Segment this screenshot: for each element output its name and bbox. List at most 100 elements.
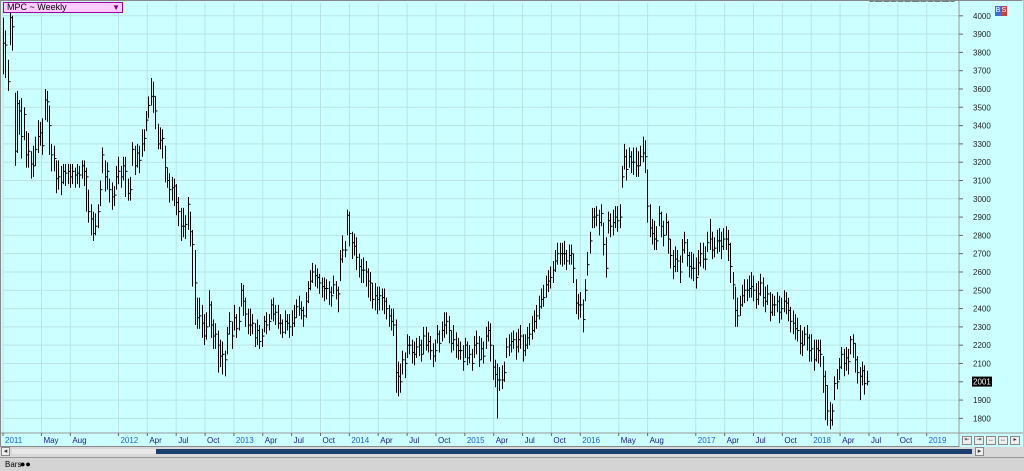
ohlc-bar [42,118,45,155]
ohlc-bar [834,376,837,401]
ohlc-bar [573,253,576,283]
price-tick-label: 3900 [973,30,991,39]
date-tick-label: Oct [207,436,220,445]
price-tick-label: 3000 [973,195,991,204]
ohlc-bar [714,237,717,258]
ohlc-bar [8,59,11,91]
ohlc-bar [446,312,449,335]
ohlc-bar [557,242,560,265]
symbol-label: MPC ~ Weekly [7,2,67,12]
ohlc-bar [543,284,546,307]
ohlc-bar [236,314,239,338]
ohlc-bar [585,279,588,302]
scroll-left-button[interactable]: ◂ [1,447,10,456]
chevron-down-icon[interactable]: ▼ [112,3,120,12]
price-chart[interactable]: 1800190020002100220023002400250026002700… [1,1,1023,448]
nav-zoom-in-button[interactable]: ↔ [986,436,996,445]
ohlc-bar [469,345,472,364]
ohlc-bar [35,136,38,166]
ohlc-bar [620,204,623,229]
ohlc-bar [275,304,278,326]
nav-right-button[interactable]: ▸ [1010,436,1020,445]
ohlc-bar [363,257,366,283]
date-tick-label: Jul [178,436,188,445]
ohlc-bar [476,330,479,355]
nav-last-button[interactable]: ⇥ [974,436,984,445]
ohlc-bar [633,147,636,175]
date-tick-label: Apr [265,436,278,445]
price-tick-label: 3300 [973,140,991,149]
ohlc-bar [229,312,232,335]
ohlc-bar [513,330,516,349]
ohlc-bar [640,145,643,166]
date-tick-label: May [621,436,636,445]
current-price-label: 2001 [973,378,991,387]
chart-grid [2,3,959,433]
ohlc-bar [693,253,696,282]
ohlc-bar [460,341,463,360]
ohlc-bar [12,15,15,51]
price-tick-label: 3500 [973,103,991,112]
ohlc-bar [797,317,800,342]
ohlc-bar [245,297,248,327]
date-tick-label: Oct [553,436,566,445]
ohlc-bar [345,240,348,258]
date-tick-label: 2014 [351,436,369,445]
bs-icon[interactable]: BS [995,4,1009,16]
date-tick-label: 2013 [236,436,254,445]
ohlc-bar [430,336,433,360]
ohlc-bar [499,367,502,391]
bars-style-icon[interactable]: ●● [20,459,31,469]
scroll-track[interactable] [12,449,972,454]
scroll-right-button[interactable]: ▸ [975,447,984,456]
ohlc-bar [409,336,412,355]
chart-frame[interactable]: 1800190020002100220023002400250026002700… [0,0,1023,448]
price-tick-label: 2300 [973,323,991,332]
date-tick-label: 2017 [698,436,716,445]
ohlc-bar [125,156,128,197]
ohlc-bar [58,160,61,190]
price-tick-label: 2600 [973,268,991,277]
ohlc-bar [760,273,763,296]
scroll-thumb[interactable] [156,449,972,454]
date-tick-label: Jul [755,436,765,445]
ohlc-bars [3,1,955,430]
ohlc-bar [88,189,91,223]
date-tick-label: Apr [727,436,740,445]
ohlc-bar [707,231,710,252]
price-tick-label: 2400 [973,305,991,314]
price-tick-label: 2700 [973,250,991,259]
horizontal-scrollbar[interactable]: ◂ ▸ [0,447,1024,457]
ohlc-bar [303,306,306,327]
ohlc-bar [206,312,209,340]
date-tick-label: Oct [784,436,797,445]
ohlc-bar [222,341,225,375]
ohlc-bar [832,403,835,426]
ohlc-bar [100,180,103,207]
ohlc-bar [774,295,777,316]
ohlc-bar [79,165,82,188]
date-tick-label: Apr [380,436,393,445]
price-tick-label: 3100 [973,176,991,185]
date-tick-label: Aug [650,436,664,445]
date-tick-label: 2011 [5,436,23,445]
ohlc-bar [656,226,659,251]
date-tick-label: Apr [149,436,162,445]
ohlc-bar [169,173,172,203]
price-tick-label: 2200 [973,341,991,350]
symbol-selector[interactable]: MPC ~ Weekly ▼ [3,2,123,13]
ohlc-bar [72,164,75,185]
date-tick-label: Oct [438,436,451,445]
date-tick-label: 2015 [467,436,485,445]
nav-zoom-out-button[interactable]: ↔ [998,436,1008,445]
price-tick-label: 1900 [973,396,991,405]
price-tick-label: 3400 [973,122,991,131]
date-tick-label: Jul [871,436,881,445]
ohlc-bar [372,282,375,309]
ohlc-bar [386,297,389,320]
nav-first-button[interactable]: ⇤ [962,436,972,445]
ohlc-bar [102,147,105,174]
ohlc-bar [266,312,269,335]
ohlc-bar [51,143,54,172]
ohlc-bar [178,196,181,227]
